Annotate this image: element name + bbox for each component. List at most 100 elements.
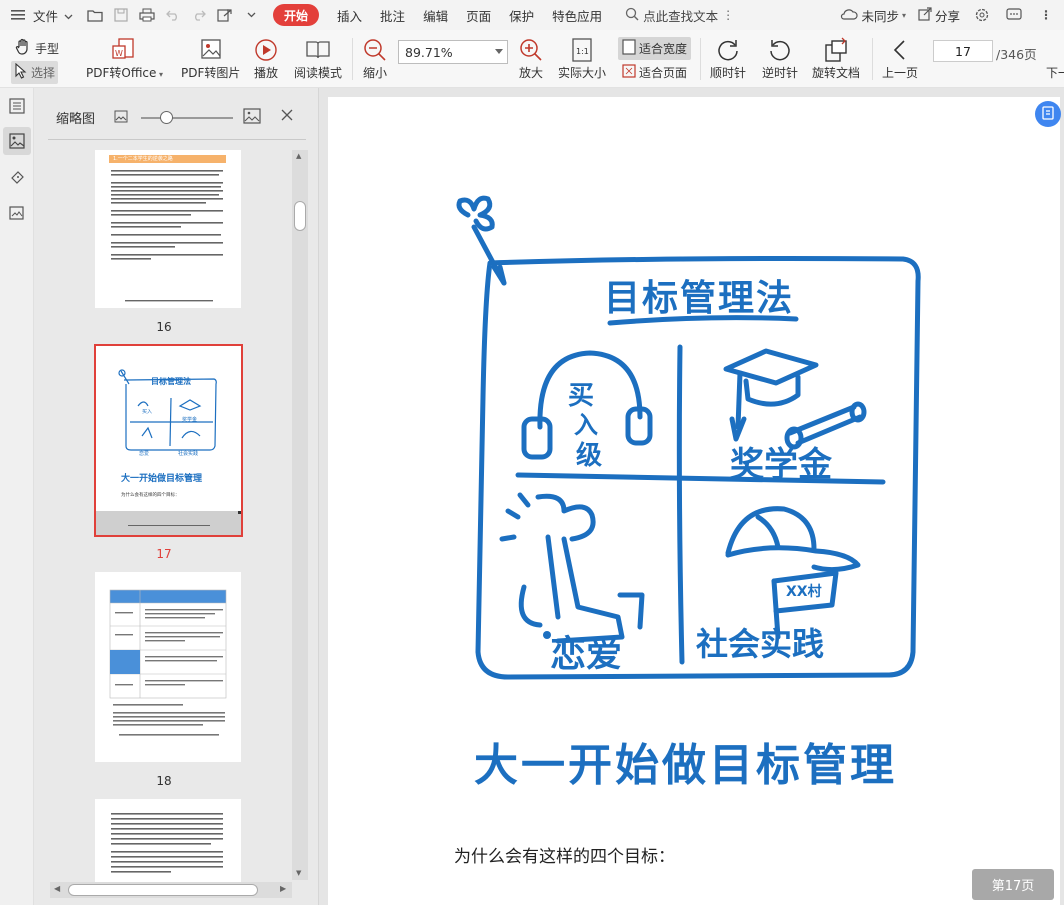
pdf-to-image-label: PDF转图片: [181, 66, 241, 80]
play-button[interactable]: 播放: [253, 36, 279, 81]
drawing-label-q1-c: 级: [576, 441, 603, 471]
tab-features[interactable]: 特色应用: [543, 0, 611, 30]
search-box[interactable]: 点此查找文本 ⋮: [625, 6, 734, 25]
thumbnail-icon[interactable]: [3, 127, 31, 155]
toolbar-divider: [352, 38, 353, 80]
actual-size-button[interactable]: 1:1 实际大小: [558, 36, 606, 81]
fit-page-label: 适合页面: [639, 66, 688, 80]
thumbnail-page-17[interactable]: 目标管理法 买入 奖学金 恋爱 社会实践 大一开始做目标管理 为什么会有这样的四…: [94, 344, 243, 537]
print-icon[interactable]: [137, 5, 157, 25]
zoom-out-icon: [362, 36, 388, 64]
header-divider: [48, 139, 306, 140]
redo-icon[interactable]: [189, 5, 209, 25]
file-menu[interactable]: 文件: [31, 0, 82, 30]
zoom-out-label: 缩小: [362, 66, 387, 80]
open-folder-icon[interactable]: [85, 5, 105, 25]
rotate-ccw-button[interactable]: 逆时针: [762, 36, 798, 81]
tab-insert[interactable]: 插入: [328, 0, 371, 30]
page-18-preview: [109, 589, 227, 736]
rotate-ccw-label: 逆时针: [762, 66, 799, 80]
outline-icon[interactable]: [3, 92, 31, 120]
hand-tool-label: 手型: [35, 42, 60, 56]
tab-page[interactable]: 页面: [457, 0, 500, 30]
menu-bar: 文件 开始 插入 批注 编辑 页面 保护 特色应用 点此查找文本 ⋮ 未同步 ▾…: [0, 0, 1064, 30]
zoom-in-button[interactable]: 放大: [518, 36, 544, 81]
large-image-icon[interactable]: [243, 108, 261, 127]
bookmark-icon[interactable]: [3, 164, 31, 192]
scroll-down-icon[interactable]: ▼: [296, 869, 301, 877]
sync-button[interactable]: 未同步 ▾: [834, 0, 912, 30]
zoom-in-icon: [518, 36, 544, 64]
book-icon: [304, 36, 332, 64]
page-body-text: 为什么会有这样的四个目标：: [454, 847, 675, 867]
page-17-preview: [118, 369, 217, 451]
hamburger-icon[interactable]: [8, 5, 28, 25]
pdf-to-image-button[interactable]: PDF转图片: [181, 36, 240, 81]
page-16-preview: [109, 155, 226, 302]
close-icon[interactable]: [281, 109, 293, 124]
more-icon[interactable]: ⋮: [1036, 5, 1056, 25]
thumbnail-vertical-scrollbar[interactable]: ▲ ▼: [292, 150, 308, 880]
export-icon[interactable]: [215, 5, 235, 25]
settings-icon[interactable]: [972, 5, 992, 25]
tab-protect[interactable]: 保护: [500, 0, 543, 30]
tab-annotate[interactable]: 批注: [371, 0, 414, 30]
read-mode-button[interactable]: 阅读模式: [294, 36, 342, 81]
fit-page-button[interactable]: 适合页面: [622, 64, 687, 81]
page-indicator-badge[interactable]: 第17页: [972, 869, 1054, 900]
zoom-select[interactable]: 89.71%: [398, 40, 508, 64]
floating-tool-button[interactable]: [1035, 101, 1061, 127]
tab-start[interactable]: 开始: [273, 4, 320, 26]
more-dropdown-icon[interactable]: [241, 5, 261, 25]
document-viewer[interactable]: 目标管理法 买 入 级 奖学金 恋爱 社会实践 XX村 大一开始做目标管理 为什…: [319, 88, 1064, 905]
read-mode-label: 阅读模式: [294, 66, 343, 80]
thumbnail-horizontal-scrollbar[interactable]: ◀ ▶: [50, 882, 292, 898]
page-17-title: 目标管理法: [151, 377, 191, 386]
play-icon: [253, 36, 279, 64]
rotate-document-button[interactable]: 旋转文档: [812, 36, 860, 81]
scrollbar-thumb[interactable]: [294, 201, 306, 231]
select-tool-button[interactable]: 选择: [11, 61, 59, 84]
play-label: 播放: [253, 66, 278, 80]
save-icon[interactable]: [111, 5, 131, 25]
zoom-value: 89.71%: [405, 44, 453, 60]
rotate-document-icon: [822, 36, 850, 64]
chevron-left-icon: [890, 36, 910, 64]
slider-handle[interactable]: [160, 111, 173, 124]
page-19-preview: [111, 813, 223, 873]
thumbnail-page-18[interactable]: [95, 572, 241, 762]
page-17-quadrant-4: 社会实践: [178, 451, 199, 457]
thumbnail-page-16[interactable]: 1.一个二本学生的逆袭之路: [95, 150, 241, 308]
zoom-out-button[interactable]: 缩小: [362, 36, 388, 81]
tab-edit[interactable]: 编辑: [414, 0, 457, 30]
pdf-to-office-button[interactable]: W PDF转Office ▾: [86, 36, 163, 81]
prev-page-button[interactable]: 上一页: [882, 36, 918, 81]
feedback-icon[interactable]: [1004, 5, 1024, 25]
chevron-down-icon: [495, 49, 503, 54]
next-page-button[interactable]: 下一: [1046, 64, 1064, 81]
thumbnail-number-selected: 17: [156, 547, 172, 561]
attachment-icon[interactable]: [3, 199, 31, 227]
fit-width-button[interactable]: 适合宽度: [618, 37, 692, 60]
undo-icon[interactable]: [163, 5, 183, 25]
rotate-cw-button[interactable]: 顺时针: [710, 36, 746, 81]
scroll-left-icon[interactable]: ◀: [54, 884, 60, 893]
pdf-to-office-label: PDF转Office ▾: [86, 66, 163, 80]
hand-tool-button[interactable]: 手型: [14, 38, 59, 59]
scroll-right-icon[interactable]: ▶: [280, 884, 286, 893]
fit-width-label: 适合宽度: [639, 42, 688, 56]
small-image-icon[interactable]: [114, 110, 128, 126]
share-button[interactable]: 分享: [912, 0, 966, 30]
scrollbar-thumb[interactable]: [68, 884, 258, 896]
pdf-to-image-icon: [198, 36, 224, 64]
page-number-input[interactable]: 17: [933, 40, 993, 62]
page-17-footer-band: [96, 511, 241, 535]
search-placeholder: 点此查找文本: [643, 8, 719, 24]
thumbnail-size-slider[interactable]: [141, 117, 233, 119]
hand-icon: [14, 38, 32, 59]
thumbnail-page-19[interactable]: [95, 799, 241, 883]
scroll-up-icon[interactable]: ▲: [296, 152, 301, 160]
prev-page-label: 上一页: [882, 66, 919, 80]
goal-management-illustration: [456, 195, 921, 680]
page-17-quadrant-1: 买入: [142, 409, 153, 415]
